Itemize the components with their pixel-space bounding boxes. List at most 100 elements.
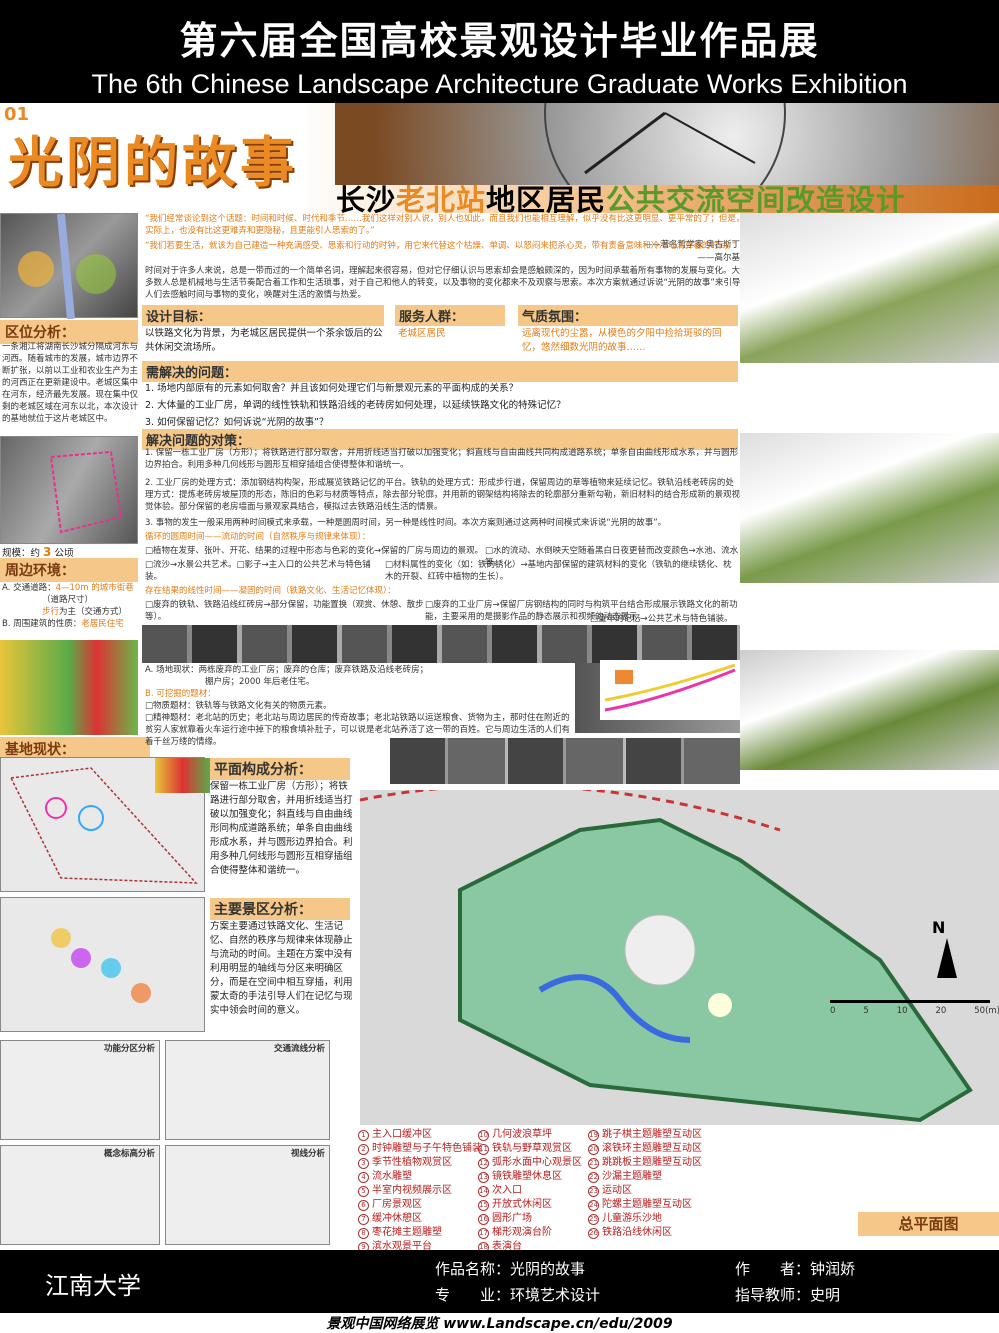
legend-label: 几何波浪草坪 [492,1129,552,1140]
legend-label: 跳子棋主题雕塑互动区 [602,1129,702,1140]
service-group-label: 服务人群： [395,305,505,326]
site-boundary-icon [49,450,123,534]
north-arrow-shape [937,938,957,978]
clock-face-icon [544,0,786,234]
major-name: 专 业：环境艺术设计 [435,1286,601,1304]
legend-item: 24 陀螺主题雕塑互动区 [588,1198,728,1212]
master-plan [359,783,999,1125]
legend-number: 11 [478,1144,489,1155]
intro-paragraph: 时间对于许多人来说，总是一带而过的一个简单名词，理解起来很容易，但对它仔细认识与… [145,266,741,300]
legend-item: 16 圆形广场 [478,1212,603,1226]
legend-number: 2 [358,1144,369,1155]
legend-number: 15 [478,1200,489,1211]
legend-item: 8 枣花摊主题雕塑 [358,1226,483,1240]
solution-3: 3. 事物的发生一般采用两种时间模式来承载，一种是圆周时间，另一种是线性时间。本… [145,518,667,528]
project-title: 光阴的故事 [8,130,298,194]
aerial-city-map [0,436,138,544]
scene-text: 方案主要通过铁路文化、生活记忆、自然的秩序与规律来体现静止与流动的时间。主题在方… [210,921,353,1016]
zone-circles-icon [51,928,151,1003]
legend-item: 11 铁轨与野草观赏区 [478,1142,603,1156]
concept-elevation-title: 概念标高分析 [103,1149,155,1159]
legend-item: 23 运动区 [588,1184,728,1198]
legend-label: 流水雕塑 [372,1171,412,1182]
legend-number: 14 [478,1186,489,1197]
legend-number: 10 [478,1130,489,1141]
legend-number: 13 [478,1172,489,1183]
legend-number: 19 [588,1130,599,1141]
scene-label: 主要景区分析： [210,898,350,920]
legend-label: 时钟雕塑与子午特色铺装 [372,1143,482,1154]
legend-number: 24 [588,1200,599,1211]
location-map-markers [18,213,116,320]
legend-label: 枣花摊主题雕塑 [372,1227,442,1238]
work-name: 作品名称：光阴的故事 [435,1260,586,1278]
rail-diagram-icon [604,663,736,712]
sightline-map: 视线分析 [165,1145,330,1245]
legend-item: 19 跳子棋主题雕塑互动区 [588,1128,728,1142]
problems-label: 需解决的问题： [142,361,738,382]
legend-col-3: 19 跳子棋主题雕塑互动区 20 滚铁环主题雕塑互动区 21 跳跳板主题雕塑互动区 22 沙漏… [588,1128,728,1240]
env-traffic: A. 交通道路：4—10m 的城市街巷 （道路尺寸） 步行为主（交通方式） B.… [2,583,134,629]
legend-item: 15 开放式休闲区 [478,1198,603,1212]
legend-label: 滚铁环主题雕塑互动区 [602,1143,702,1154]
legend-number: 22 [588,1172,599,1183]
function-zone-title: 功能分区分析 [103,1044,155,1054]
legend-item: 3 季节性植物观赏区 [358,1156,483,1170]
location-map [0,213,138,320]
legend-label: 跳跳板主题雕塑互动区 [602,1157,702,1168]
title-cn: 第六届全国高校景观设计毕业作品展 [179,19,820,63]
linear-time-label: 存在结果的线性时间——凝固的时间（铁路文化、生活记忆体现）： [145,586,396,596]
circular-time-label: 循环的圆周时间——流动的时间（自然秩序与规律来体现）： [145,532,371,542]
exhibition-header: 第六届全国高校景观设计毕业作品展 The 6th Chinese Landsca… [0,0,999,103]
legend-item: 7 缓冲休憩区 [358,1212,483,1226]
legend-number: 26 [588,1228,599,1239]
legend-number: 20 [588,1144,599,1155]
legend-item: 13 镜铁雕塑休息区 [478,1170,603,1184]
legend-label: 次入口 [492,1185,522,1196]
legend-number: 7 [358,1214,369,1225]
legend-number: 8 [358,1228,369,1239]
legend-number: 25 [588,1214,599,1225]
legend-number: 6 [358,1200,369,1211]
legend-label: 镜铁雕塑休息区 [492,1171,562,1182]
zoning-map [0,640,138,735]
legend-number: 1 [358,1130,369,1141]
legend-item: 5 半室内视频展示区 [358,1184,483,1198]
legend-label: 弧形水面中心观景区 [492,1157,582,1168]
legend-item: 22 沙漏主题雕塑 [588,1170,728,1184]
legend-item: 1 主入口缓冲区 [358,1128,483,1142]
composition-text: 保留一栋工业厂房（方形）；将铁路进行部分取舍，并用折线适当打破以加强变化；斜直线… [210,781,353,876]
legend-label: 儿童游乐沙地 [602,1213,662,1224]
circular-item-4: □材料属性的变化（如：铁的锈化）→基地内部保留的建筑材料的变化（铁轨的继续锈化、… [385,560,732,582]
rail-photo-strip [390,738,740,784]
legend-item: 10 几何波浪草坪 [478,1128,603,1142]
author-name: 作 者：钟润娇 [735,1260,856,1278]
solution-1: 1. 保留一栋工业厂房（方形）；将铁路进行部分取舍，并用折线适当打破以加强变化；… [145,448,739,470]
legend-col-2: 10 几何波浪草坪 11 铁轨与野草观赏区 12 弧形水面中心观景区 13 镜铁雕塑休息区 14… [478,1128,603,1254]
school-name: 江南大学 [45,1272,141,1300]
composition-thumb [155,758,210,793]
quote-gorky-author: ——高尔基 [697,253,740,263]
region-analysis-text: 一条湘江将湖南长沙城分隔成河东与河西。随着城市的发展，城市边界不断扩张，以前以工… [2,342,139,424]
north-arrow-icon: N [932,918,946,937]
render-view-1 [740,213,999,363]
function-zone-map: 功能分区分析 [0,1040,160,1140]
problem-1: 1. 场地内部原有的元素如何取舍？并且该如何处理它们与新景观元素的平面构成的关系… [145,383,519,394]
legend-label: 缓冲休憩区 [372,1213,422,1224]
surrounding-env-label: 周边环境： [0,558,138,582]
legend-number: 5 [358,1186,369,1197]
legend-number: 16 [478,1214,489,1225]
legend-number: 12 [478,1158,489,1169]
legend-item: 26 铁路沿线休闲区 [588,1226,728,1240]
legend-item: 17 梯形观演台阶 [478,1226,603,1240]
legend-label: 梯形观演台阶 [492,1227,552,1238]
linear-item-3: □童年的记忆→公共艺术与特色铺装。 [590,614,733,624]
mood-text: 远离现代的尘嚣，从模色的夕阳中捡拾斑驳的回忆，悠然细数光阴的故事…… [522,328,722,353]
solution-2: 2. 工业厂房的处理方式：添加钢结构构架，形成展览铁路记忆的平台。铁轨的处理方式… [145,478,741,512]
footer: 江南大学 作品名称：光阴的故事 专 业：环境艺术设计 作 者：钟润娇 指导教师：… [0,1250,999,1313]
sightline-title: 视线分析 [290,1149,325,1159]
legend-item: 12 弧形水面中心观景区 [478,1156,603,1170]
problem-2: 2. 大体量的工业厂房，单调的线性铁轨和铁路沿线的老砖房如何处理，以延续铁路文化… [145,400,566,411]
legend-item: 4 流水雕塑 [358,1170,483,1184]
site-url[interactable]: 景观中国网络展览 www.Landscape.cn/edu/2009 [0,1313,999,1333]
